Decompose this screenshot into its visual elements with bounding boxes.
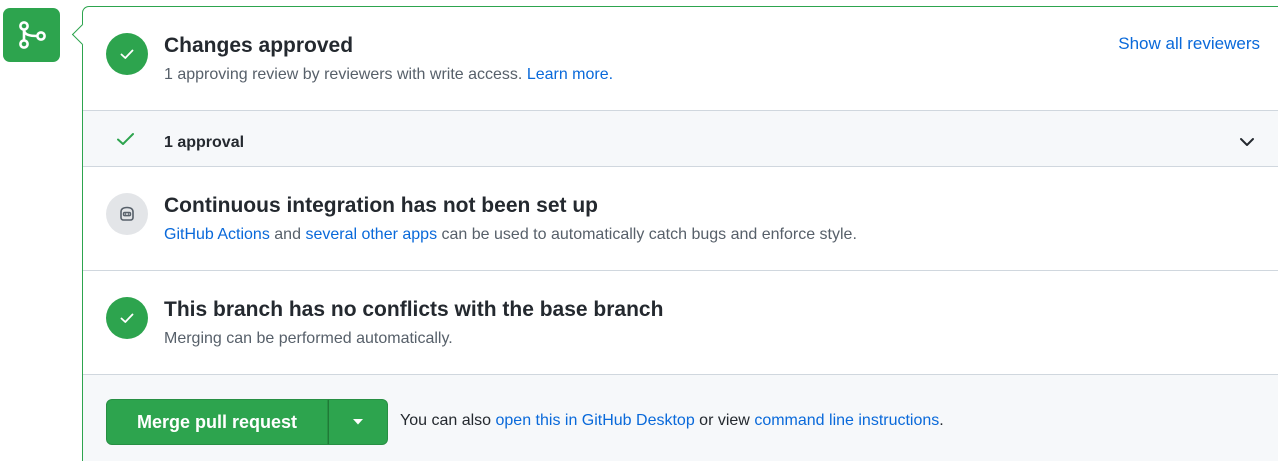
git-merge-icon [3,8,60,62]
check-circle-icon [106,33,148,75]
merge-options-dropdown[interactable] [328,399,388,445]
merge-pull-request-button[interactable]: Merge pull request [106,399,328,445]
ci-title: Continuous integration has not been set … [164,194,598,217]
merge-text-suffix: . [939,412,944,429]
triangle-down-icon [353,419,363,425]
ci-section: Continuous integration has not been set … [83,167,1278,271]
chevron-down-icon[interactable] [1239,135,1255,153]
check-icon [116,131,136,152]
changes-approved-desc: 1 approving review by reviewers with wri… [164,66,613,84]
check-circle-icon [106,297,148,339]
other-apps-link[interactable]: several other apps [305,226,437,243]
no-conflicts-title: This branch has no conflicts with the ba… [164,298,664,321]
no-conflicts-desc: Merging can be performed automatically. [164,330,453,347]
changes-approved-title: Changes approved [164,34,354,57]
approvals-row[interactable]: 1 approval [83,111,1278,167]
no-conflicts-section: This branch has no conflicts with the ba… [83,271,1278,375]
approved-desc-text: 1 approving review by reviewers with wri… [164,66,523,83]
command-line-instructions-link[interactable]: command line instructions [754,412,939,429]
ci-desc: GitHub Actions and several other apps ca… [164,226,857,244]
open-github-desktop-link[interactable]: open this in GitHub Desktop [496,412,695,429]
show-all-reviewers-link[interactable]: Show all reviewers [1118,34,1260,54]
approvals-label: 1 approval [164,134,245,151]
merge-actions-section: Merge pull request You can also open thi… [83,375,1278,461]
merge-button-group: Merge pull request [106,399,388,445]
github-actions-link[interactable]: GitHub Actions [164,226,270,243]
merge-text-prefix: You can also [400,412,492,429]
merge-alternatives-text: You can also open this in GitHub Desktop… [400,412,944,430]
merge-text-mid: or view [699,412,750,429]
ci-desc-and: and [274,226,301,243]
ci-desc-rest: can be used to automatically catch bugs … [441,226,857,243]
robot-icon [106,193,148,235]
merge-box: Changes approved 1 approving review by r… [82,6,1278,461]
learn-more-link[interactable]: Learn more. [527,66,613,83]
changes-approved-section: Changes approved 1 approving review by r… [83,7,1278,111]
